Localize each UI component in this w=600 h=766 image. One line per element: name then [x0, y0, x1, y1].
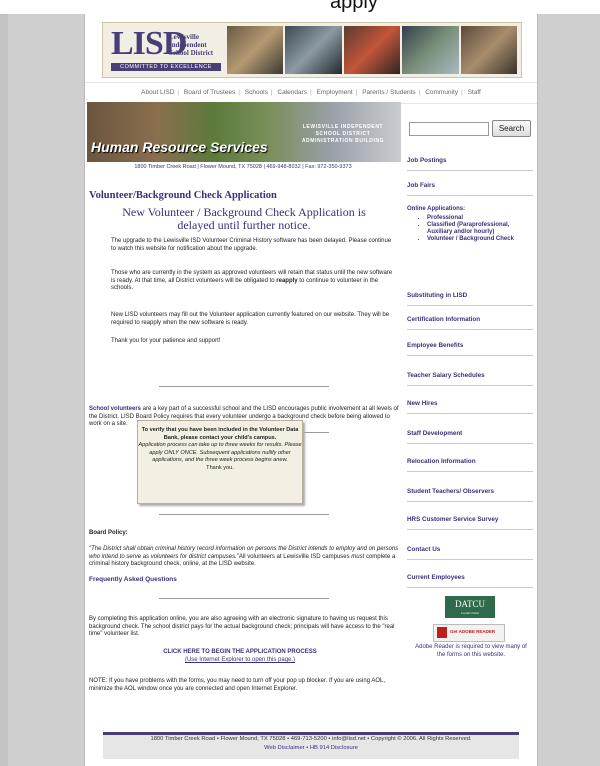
approved-volunteers-paragraph: Those who are currently in the system as… [111, 270, 393, 292]
nav-calendars[interactable]: Calendars [274, 89, 310, 96]
header-photo [402, 26, 459, 74]
divider [159, 514, 329, 515]
header-photo [343, 26, 401, 74]
header-photo-strip [227, 26, 518, 74]
popup-note: NOTE: If you have problems with the form… [89, 678, 386, 692]
adobe-note: Adobe Reader is required to view many of… [415, 644, 527, 658]
hero-building-sign: LEWISVILLE INDEPENDENT SCHOOL DISTRICT A… [301, 124, 385, 144]
begin-application-link[interactable]: CLICK HERE TO BEGIN THE APPLICATION PROC… [145, 648, 335, 664]
sidebar-substituting[interactable]: Substituting in LISD [407, 292, 533, 306]
apply-heading-fragment: apply [330, 0, 378, 13]
board-policy-label: Board Policy: [89, 530, 128, 536]
footer-links[interactable]: Web Disclaimer • HB 914 Disclosure [103, 744, 519, 753]
board-policy-paragraph: "The District shall obtain criminal hist… [89, 546, 399, 568]
app-volunteer[interactable]: Volunteer / Background Check [427, 236, 533, 243]
datcu-logo-link[interactable]: DATCU Credit Union [445, 596, 495, 618]
hero-banner: LEWISVILLE INDEPENDENT SCHOOL DISTRICT A… [87, 102, 401, 162]
sidebar-student-teachers[interactable]: Student Teachers/ Observers [407, 488, 533, 502]
nav-community[interactable]: Community [422, 89, 461, 96]
nav-parents-students[interactable]: Parents / Students [359, 89, 418, 96]
nav-employment[interactable]: Employment [314, 89, 356, 96]
page-container: LISD Lewisville Independent School Distr… [84, 14, 538, 766]
sidebar-customer-survey[interactable]: HRS Customer Service Survey [407, 516, 533, 530]
sidebar-relocation[interactable]: Relocation Information [407, 458, 533, 472]
top-navigation: About LISD | Board of Trustees | Schools | … [85, 82, 537, 104]
sidebar-staff-development[interactable]: Staff Development [407, 430, 533, 444]
app-classified[interactable]: Classified (Paraprofessional, Auxiliary … [427, 222, 533, 236]
consent-paragraph: By completing this application online, y… [89, 616, 395, 638]
school-volunteers-link[interactable]: School volunteers [89, 406, 141, 412]
sidebar-job-fairs[interactable]: Job Fairs [407, 182, 533, 196]
hero-title: Human Resource Services [91, 139, 268, 155]
sidebar-job-postings[interactable]: Job Postings [407, 157, 533, 171]
header-banner: LISD Lewisville Independent School Distr… [102, 22, 522, 78]
header-photo [285, 26, 342, 74]
sidebar-current-employees[interactable]: Current Employees [407, 574, 533, 588]
footer-address: 1800 Timber Creek Road • Flower Mound, T… [150, 736, 472, 742]
nav-about-lisd[interactable]: About LISD [138, 89, 177, 96]
nav-staff[interactable]: Staff [465, 89, 484, 96]
divider [159, 598, 329, 599]
delay-notice: New Volunteer / Background Check Applica… [122, 205, 366, 232]
online-applications: Online Applications: Professional Classi… [407, 206, 533, 243]
top-strip: apply [0, 0, 600, 14]
sidebar-certification[interactable]: Certification Information [407, 316, 533, 330]
sidebar-employee-benefits[interactable]: Employee Benefits [407, 342, 533, 356]
page-title: Volunteer/Background Check Application [89, 190, 277, 201]
search-button[interactable]: Search [492, 120, 531, 137]
thank-you-paragraph: Thank you for your patience and support! [111, 338, 221, 344]
new-volunteers-paragraph: New LISD volunteers may fill out the Vol… [111, 312, 390, 326]
verify-volunteer-box: To verify that you have been included in… [137, 420, 303, 504]
footer: 1800 Timber Creek Road • Flower Mound, T… [103, 732, 519, 759]
header-photo [460, 26, 518, 74]
upgrade-paragraph: The upgrade to the Lewisville ISD Volunt… [111, 238, 392, 252]
window-left-edge [0, 0, 8, 766]
divider [159, 386, 329, 387]
nav-schools[interactable]: Schools [242, 89, 271, 96]
lisd-logo[interactable]: LISD Lewisville Independent School Distr… [107, 25, 225, 73]
sidebar-contact-us[interactable]: Contact Us [407, 546, 533, 560]
sidebar-new-hires[interactable]: New Hires [407, 400, 533, 414]
hero-address-bar: 1800 Timber Creek Road | Flower Mound, T… [85, 162, 401, 172]
search-input[interactable] [409, 122, 489, 136]
app-professional[interactable]: Professional [427, 215, 533, 222]
adobe-icon [437, 627, 447, 638]
header-photo [227, 26, 284, 74]
nav-board-of-trustees[interactable]: Board of Trustees [181, 89, 238, 96]
sidebar-salary-schedules[interactable]: Teacher Salary Schedules [407, 372, 533, 386]
get-adobe-reader-button[interactable]: Get ADOBE READER [433, 624, 505, 642]
logo-tagline: COMMITTED TO EXCELLENCE [111, 63, 221, 71]
faq-link[interactable]: Frequently Asked Questions [89, 576, 177, 583]
logo-district-name: Lewisville Independent School District [169, 33, 214, 57]
